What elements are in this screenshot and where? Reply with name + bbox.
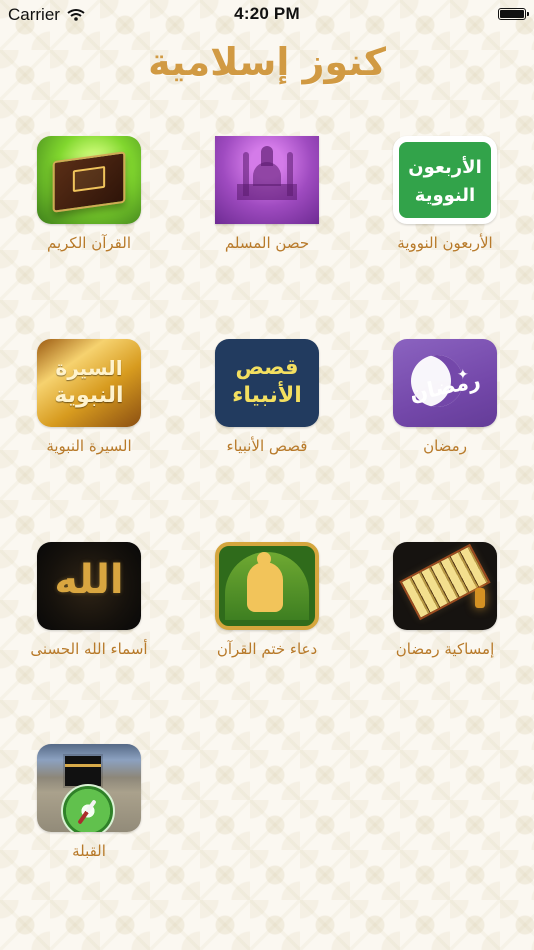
forty-hadith-icon[interactable]: الأربعون النووية	[393, 136, 497, 224]
mosque-base	[237, 184, 297, 200]
tile-label-quran: القرآن الكريم	[46, 234, 131, 252]
tile-label-hisn: حصن المسلم	[224, 234, 310, 252]
ramadan-imsakia-icon[interactable]	[393, 542, 497, 630]
tile-label-khatm: دعاء ختم القرآن	[216, 640, 318, 658]
tile-asma[interactable]: الله أسماء الله الحسنى	[0, 542, 178, 672]
kaaba-icon	[65, 756, 101, 786]
tile-label-ramadan: رمضان	[423, 437, 467, 455]
forty-hadith-art: الأربعون النووية	[399, 142, 491, 218]
sirah-art-line-2: النبوية	[54, 383, 124, 408]
praying-person-icon	[247, 562, 283, 612]
tile-khatm[interactable]: دعاء ختم القرآن	[178, 542, 356, 672]
tile-nawawi[interactable]: الأربعون النووية الأربعون النووية	[356, 136, 534, 266]
sirah-art: السيرة النبوية	[37, 339, 141, 427]
imsakia-art	[393, 542, 497, 630]
tile-label-imsakia: إمساكية رمضان	[395, 640, 495, 658]
qibla-art	[37, 744, 141, 832]
tile-label-prophets: قصص الأنبياء	[226, 437, 308, 455]
asma-art-text: الله	[54, 557, 124, 603]
prophets-art-line-1: قصص	[235, 355, 299, 379]
app-grid: الأربعون النووية الأربعون النووية حصن ال…	[0, 0, 534, 950]
prophets-art: قصص الأنبياء	[215, 339, 319, 427]
fortress-art	[215, 136, 319, 224]
tile-prophets[interactable]: قصص الأنبياء قصص الأنبياء	[178, 339, 356, 469]
tile-label-nawawi: الأربعون النووية	[397, 234, 493, 252]
mosque-dome	[253, 162, 281, 186]
quran-art	[37, 136, 141, 224]
khatm-quran-dua-icon[interactable]	[215, 542, 319, 630]
forty-hadith-art-line-1: الأربعون	[408, 157, 482, 178]
tile-imsakia[interactable]: إمساكية رمضان	[356, 542, 534, 672]
stories-of-prophets-icon[interactable]: قصص الأنبياء	[215, 339, 319, 427]
prophetic-biography-icon[interactable]: السيرة النبوية	[37, 339, 141, 427]
lantern-icon	[475, 588, 485, 608]
imsakia-sheet	[399, 543, 491, 621]
asma-art: الله	[37, 542, 141, 630]
names-of-allah-icon[interactable]: الله	[37, 542, 141, 630]
tile-quran[interactable]: القرآن الكريم	[0, 136, 178, 266]
fortress-of-the-muslim-icon[interactable]	[215, 136, 319, 224]
forty-hadith-art-line-2: النووية	[414, 185, 476, 206]
khatm-art	[219, 546, 315, 626]
qibla-compass-icon[interactable]	[37, 744, 141, 832]
prophets-art-line-2: الأنبياء	[232, 383, 302, 408]
ramadan-art: ✦ رمضان	[393, 339, 497, 427]
sirah-art-line-1: السيرة	[55, 356, 123, 380]
quran-book	[52, 151, 126, 213]
tile-label-qibla: القبلة	[72, 842, 106, 860]
tile-hisn[interactable]: حصن المسلم	[178, 136, 356, 266]
tile-sirah[interactable]: السيرة النبوية السيرة النبوية	[0, 339, 178, 469]
ramadan-icon[interactable]: ✦ رمضان	[393, 339, 497, 427]
tile-label-sirah: السيرة النبوية	[46, 437, 132, 455]
holy-quran-icon[interactable]	[37, 136, 141, 224]
tile-label-asma: أسماء الله الحسنى	[30, 640, 148, 658]
tile-qibla[interactable]: القبلة	[0, 744, 178, 874]
tile-ramadan[interactable]: ✦ رمضان رمضان	[356, 339, 534, 469]
